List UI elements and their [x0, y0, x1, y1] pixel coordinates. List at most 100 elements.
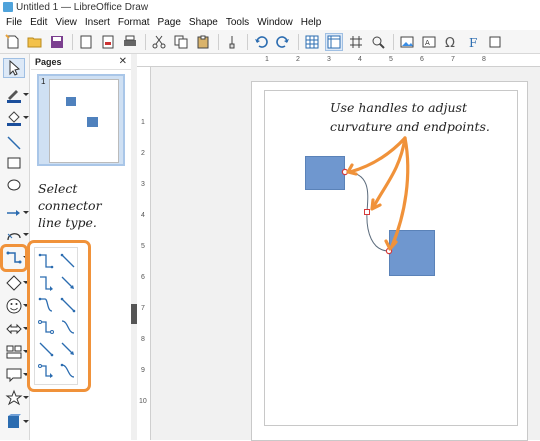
line-color-icon[interactable]: [3, 85, 29, 105]
fill-color-icon[interactable]: [3, 108, 29, 128]
flowchart-icon[interactable]: [3, 342, 29, 362]
rectangle-shape[interactable]: [389, 230, 435, 276]
toolbar-separator: [72, 33, 73, 50]
ruler-tick: 3: [141, 181, 145, 188]
svg-text:Ω: Ω: [445, 36, 455, 50]
ruler-tick: 5: [389, 56, 393, 63]
ruler-tick: 1: [141, 119, 145, 126]
ruler-tick: 10: [139, 398, 147, 405]
insert-textbox-icon[interactable]: A: [420, 33, 438, 51]
redo-icon[interactable]: [274, 33, 292, 51]
transformations-icon[interactable]: [486, 33, 504, 51]
helplines-icon[interactable]: [325, 32, 343, 51]
curve-tool-icon[interactable]: [3, 225, 29, 245]
connector-straight-arrow-icon[interactable]: [59, 340, 77, 358]
connector-standard-arrow-icon[interactable]: [37, 274, 55, 292]
ruler-tick: 2: [141, 150, 145, 157]
fontwork-icon[interactable]: F: [464, 33, 482, 51]
connector-line-dots-icon[interactable]: [59, 296, 77, 314]
note-line: Select: [38, 181, 78, 196]
rectangle-shape[interactable]: [305, 156, 345, 190]
connector-straight-icon[interactable]: [37, 340, 55, 358]
paste-icon[interactable]: [194, 33, 212, 51]
export-icon[interactable]: [77, 33, 95, 51]
app-icon: [3, 2, 13, 12]
toolbar-separator: [247, 33, 248, 50]
ruler-tick: 8: [141, 336, 145, 343]
zoom-icon[interactable]: [369, 33, 387, 51]
menu-bar: File Edit View Insert Format Page Shape …: [0, 14, 540, 30]
3d-objects-icon[interactable]: [3, 412, 29, 432]
standard-toolbar: A Ω F: [0, 30, 540, 54]
basic-shapes-icon[interactable]: [3, 273, 29, 293]
clone-formatting-icon[interactable]: [223, 33, 241, 51]
connector-curved-arrow-icon[interactable]: [59, 318, 77, 336]
ruler-tick: 7: [451, 56, 455, 63]
open-folder-icon[interactable]: [26, 33, 44, 51]
menu-view[interactable]: View: [51, 17, 81, 28]
connector-curved-both-icon[interactable]: [59, 362, 77, 380]
svg-text:A: A: [425, 39, 430, 47]
cut-icon[interactable]: [150, 33, 168, 51]
connector-standard-circles-icon[interactable]: [37, 318, 55, 336]
ruler-tick: 8: [482, 56, 486, 63]
menu-file[interactable]: File: [2, 17, 26, 28]
insert-image-icon[interactable]: [398, 33, 416, 51]
close-icon[interactable]: ✕: [119, 56, 127, 67]
note-line: curvature and endpoints.: [330, 119, 490, 134]
window-title: Untitled 1 — LibreOffice Draw: [16, 1, 149, 13]
copy-icon[interactable]: [172, 33, 190, 51]
connector-line-icon[interactable]: [59, 252, 77, 270]
ruler-tick: 6: [141, 274, 145, 281]
menu-format[interactable]: Format: [114, 17, 154, 28]
export-pdf-icon[interactable]: [99, 33, 117, 51]
connector-standard-icon[interactable]: [37, 252, 55, 270]
save-icon[interactable]: [48, 33, 66, 51]
title-bar: Untitled 1 — LibreOffice Draw: [0, 0, 540, 14]
menu-help[interactable]: Help: [297, 17, 326, 28]
menu-edit[interactable]: Edit: [26, 17, 51, 28]
toolbar-separator: [145, 33, 146, 50]
pages-panel-title: Pages: [35, 56, 62, 67]
undo-icon[interactable]: [252, 33, 270, 51]
ruler-tick: 4: [358, 56, 362, 63]
grid-icon[interactable]: [303, 33, 321, 51]
special-character-icon[interactable]: Ω: [442, 33, 460, 51]
toolbar-separator: [393, 33, 394, 50]
connector-standard-both-icon[interactable]: [37, 362, 55, 380]
toolbar-separator: [218, 33, 219, 50]
thumbnail-shape: [66, 97, 76, 106]
symbol-shapes-icon[interactable]: [3, 296, 29, 316]
menu-page[interactable]: Page: [154, 17, 185, 28]
stars-icon[interactable]: [3, 388, 29, 408]
menu-shape[interactable]: Shape: [185, 17, 222, 28]
snap-grid-icon[interactable]: [347, 33, 365, 51]
horizontal-ruler: 1 2 3 4 5 6 7 8: [137, 54, 540, 67]
ellipse-tool-icon[interactable]: [3, 175, 25, 195]
line-tool-icon[interactable]: [3, 133, 25, 153]
callout-shapes-icon[interactable]: [3, 365, 29, 385]
lines-arrows-tool-icon[interactable]: [3, 203, 29, 223]
page-thumbnail[interactable]: 1: [37, 74, 125, 166]
page-thumbnail-preview: [49, 79, 119, 163]
rectangle-tool-icon[interactable]: [3, 153, 25, 173]
ruler-tick: 6: [420, 56, 424, 63]
menu-tools[interactable]: Tools: [222, 17, 253, 28]
handles-note: Use handles to adjust curvature and endp…: [330, 98, 490, 136]
pages-panel-header: Pages ✕: [31, 54, 131, 70]
select-tool-icon[interactable]: [3, 58, 25, 78]
ruler-tick: 7: [141, 305, 145, 312]
block-arrows-icon[interactable]: [3, 319, 29, 339]
connector-line-arrow-icon[interactable]: [59, 274, 77, 292]
connector-types-popup: [27, 240, 91, 392]
print-icon[interactable]: [121, 33, 139, 51]
menu-window[interactable]: Window: [253, 17, 297, 28]
connector-curved-icon[interactable]: [37, 296, 55, 314]
note-line: line type.: [38, 215, 97, 230]
connector-note: Select connector line type.: [38, 180, 102, 231]
thumbnail-shape: [87, 117, 98, 127]
ruler-tick: 3: [327, 56, 331, 63]
menu-insert[interactable]: Insert: [81, 17, 114, 28]
toolbar-separator: [298, 33, 299, 50]
new-document-icon[interactable]: [4, 33, 22, 51]
